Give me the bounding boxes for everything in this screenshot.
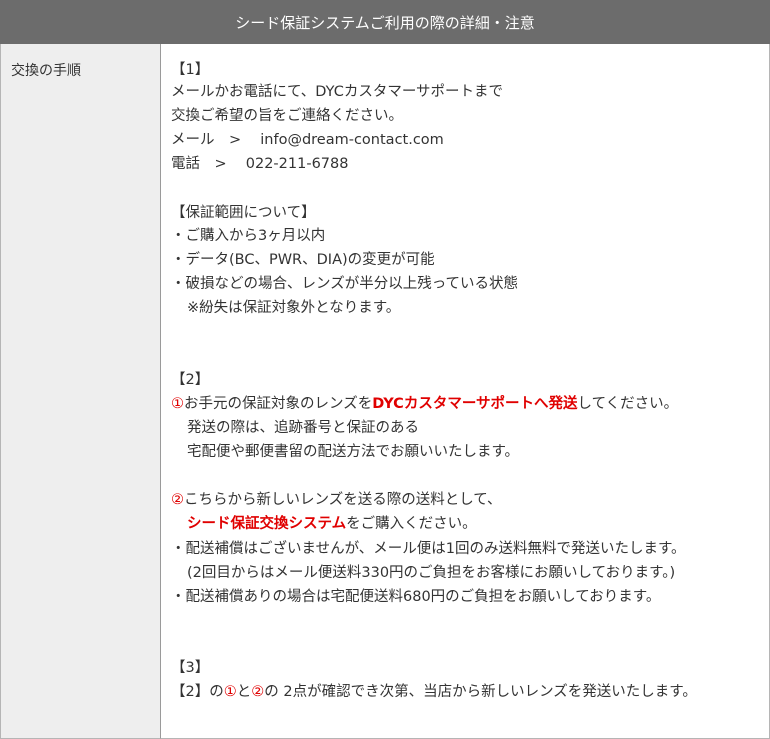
step2-item2-end: をご購入ください。	[346, 516, 477, 532]
step2-heading: 【2】	[171, 372, 210, 388]
step2-item1-end: してください。	[577, 396, 679, 412]
step1-heading: 【1】	[171, 62, 210, 78]
guarantee-details-table: シード保証システムご利用の際の詳細・注意 交換の手順 【1】 メールかお電話にて…	[0, 0, 770, 739]
range-heading: 【保証範囲について】	[171, 205, 316, 221]
range-note: ※紛失は保証対象外となります。	[187, 300, 401, 316]
step2-item1: ①お手元の保証対象のレンズをDYCカスタマーサポートへ発送してください。	[171, 394, 678, 414]
circled-1-mark: ①	[171, 396, 184, 412]
shipping-bullet-2: ・配送補償ありの場合は宅配便送料680円のご負担をお願いしております。	[171, 589, 661, 605]
shipping-bullet-1-sub: (2回目からはメール便送料330円のご負担をお客様にお願いしております。)	[187, 565, 676, 581]
shipping-bullet-1: ・配送補償はございませんが、メール便は1回のみ送料無料で発送いたします。	[171, 541, 686, 557]
contact-phone[interactable]: 電話 > 022-211-6788	[171, 154, 348, 174]
step2-item1-text: お手元の保証対象のレンズを	[184, 396, 373, 412]
row-label: 交換の手順	[11, 63, 81, 79]
step3-text: 【2】の①と②の 2点が確認でき次第、当店から新しいレンズを発送いたします。	[171, 682, 697, 702]
table-title-text: シード保証システムご利用の際の詳細・注意	[235, 13, 535, 32]
range-bullet-3: ・破損などの場合、レンズが半分以上残っている状態	[171, 276, 518, 292]
row-label-cell: 交換の手順	[0, 44, 161, 739]
circled-2-ref: ②	[251, 684, 265, 700]
circled-2-mark: ②	[171, 492, 184, 508]
step3-heading: 【3】	[171, 660, 210, 676]
contact-mail[interactable]: メール > info@dream-contact.com	[171, 130, 444, 150]
step2-item2: ②こちらから新しいレンズを送る際の送料として、	[171, 490, 502, 510]
step1-line1: メールかお電話にて、DYCカスタマーサポートまで	[171, 84, 504, 100]
step3-text-a: 【2】の	[171, 684, 224, 700]
step3-text-b: と	[236, 684, 252, 700]
step1-line2: 交換ご希望の旨をご連絡ください。	[171, 108, 403, 124]
step2-item2-line2: シード保証交換システムをご購入ください。	[187, 514, 477, 534]
table-title: シード保証システムご利用の際の詳細・注意	[0, 0, 770, 44]
guarantee-system-link[interactable]: シード保証交換システム	[187, 516, 346, 532]
circled-1-ref: ①	[223, 684, 237, 700]
step2-item2-text: こちらから新しいレンズを送る際の送料として、	[184, 492, 502, 508]
step2-item1-highlight: DYCカスタマーサポートへ発送	[372, 396, 578, 412]
step3-text-c: の 2点が確認でき次第、当店から新しいレンズを発送いたします。	[264, 684, 697, 700]
range-bullet-2: ・データ(BC、PWR、DIA)の変更が可能	[171, 252, 435, 268]
step2-item1-line2: 発送の際は、追跡番号と保証のある	[187, 420, 419, 436]
step2-item1-line3: 宅配便や郵便書留の配送方法でお願いいたします。	[187, 444, 520, 460]
range-bullet-1: ・ご購入から3ヶ月以内	[171, 228, 326, 244]
